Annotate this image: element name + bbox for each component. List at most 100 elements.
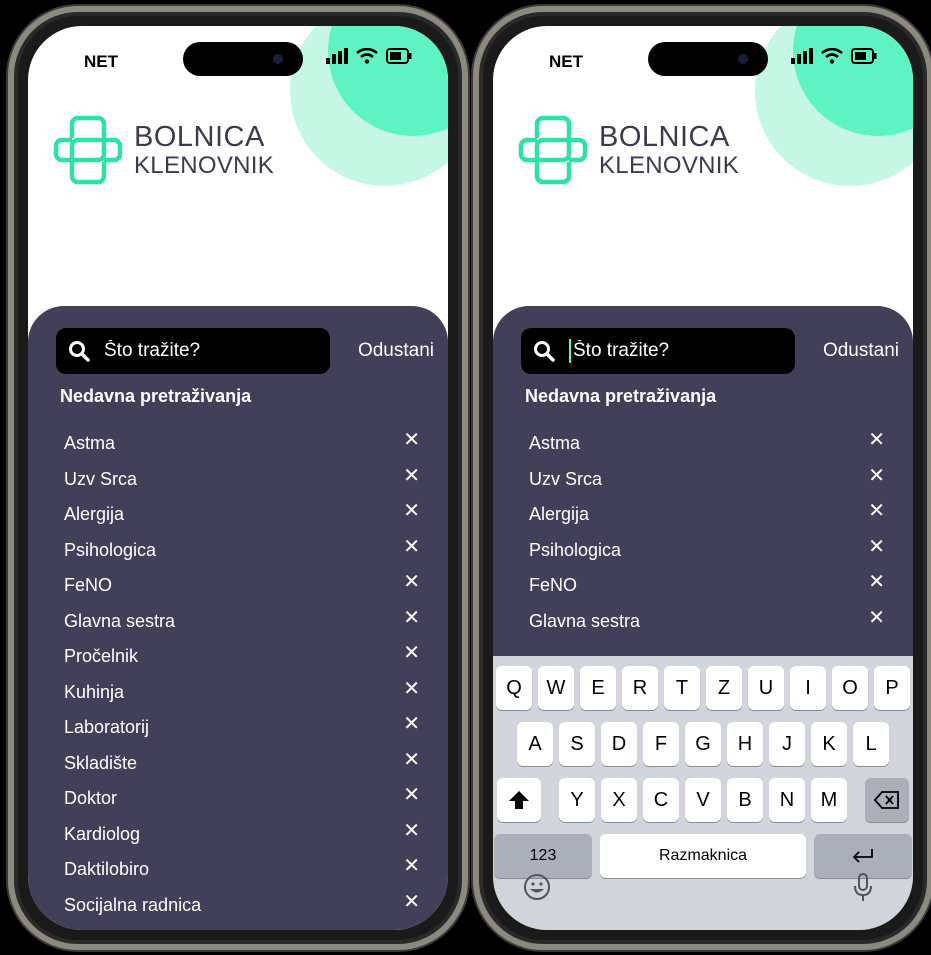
backspace-icon <box>874 791 899 809</box>
letter-key[interactable]: X <box>601 778 637 822</box>
emoji-button[interactable] <box>523 873 551 906</box>
letter-key[interactable]: G <box>685 722 721 766</box>
recent-search-item[interactable]: Skladište ✕ <box>64 746 420 782</box>
recent-search-item[interactable]: Uzv Srca ✕ <box>529 462 885 498</box>
letter-key[interactable]: V <box>685 778 721 822</box>
close-icon[interactable]: ✕ <box>403 463 420 488</box>
recent-search-label: Alergija <box>529 504 590 525</box>
recent-search-item[interactable]: Pročelnik ✕ <box>64 639 420 675</box>
letter-key[interactable]: M <box>811 778 847 822</box>
recent-search-item[interactable]: Kuhinja ✕ <box>64 675 420 711</box>
dictation-button[interactable] <box>853 873 873 908</box>
close-icon[interactable]: ✕ <box>868 463 885 488</box>
camera-icon <box>273 54 283 64</box>
recent-searches-list: Astma ✕ Uzv Srca ✕ Alergija ✕ Psihologica ✕ FeNO… <box>64 426 420 923</box>
letter-key[interactable]: I <box>790 666 826 710</box>
letter-key[interactable]: D <box>601 722 637 766</box>
recent-search-item[interactable]: Astma ✕ <box>64 426 420 462</box>
recent-search-item[interactable]: Laboratorij ✕ <box>64 710 420 746</box>
search-box[interactable] <box>521 328 795 374</box>
cancel-button[interactable]: Odustani <box>823 340 899 362</box>
close-icon[interactable]: ✕ <box>403 747 420 772</box>
recent-search-item[interactable]: Astma ✕ <box>529 426 885 462</box>
letter-key[interactable]: F <box>643 722 679 766</box>
letter-key[interactable]: N <box>769 778 805 822</box>
close-icon[interactable]: ✕ <box>868 427 885 452</box>
letter-key[interactable]: E <box>580 666 616 710</box>
close-icon[interactable]: ✕ <box>403 640 420 665</box>
wifi-icon <box>821 48 843 64</box>
numbers-key[interactable]: 123 <box>494 834 592 878</box>
close-icon[interactable]: ✕ <box>868 498 885 523</box>
close-icon[interactable]: ✕ <box>403 818 420 843</box>
close-icon[interactable]: ✕ <box>403 711 420 736</box>
letter-key[interactable]: Z <box>706 666 742 710</box>
letter-key[interactable]: C <box>643 778 679 822</box>
recent-search-item[interactable]: Psihologica ✕ <box>529 533 885 569</box>
recent-search-item[interactable]: FeNO ✕ <box>64 568 420 604</box>
letter-key[interactable]: L <box>853 722 889 766</box>
carrier-label: NET <box>549 52 583 71</box>
letter-key[interactable]: Y <box>559 778 595 822</box>
cancel-button[interactable]: Odustani <box>358 340 434 362</box>
recent-search-item[interactable]: Alergija ✕ <box>529 497 885 533</box>
camera-icon <box>738 54 748 64</box>
close-icon[interactable]: ✕ <box>403 853 420 878</box>
letter-key[interactable]: Q <box>496 666 532 710</box>
close-icon[interactable]: ✕ <box>403 534 420 559</box>
letter-key[interactable]: A <box>517 722 553 766</box>
letter-key[interactable]: O <box>832 666 868 710</box>
letter-key[interactable]: T <box>664 666 700 710</box>
letter-key[interactable]: B <box>727 778 763 822</box>
battery-icon <box>851 48 877 64</box>
recent-search-item[interactable]: Socijalna radnica ✕ <box>64 888 420 924</box>
search-input[interactable] <box>573 340 773 362</box>
close-icon[interactable]: ✕ <box>868 569 885 594</box>
close-icon[interactable]: ✕ <box>403 889 420 914</box>
recent-search-label: FeNO <box>64 575 113 596</box>
letter-key[interactable]: K <box>811 722 847 766</box>
return-key[interactable] <box>814 834 912 878</box>
shift-key[interactable] <box>497 778 541 822</box>
close-icon[interactable]: ✕ <box>868 605 885 630</box>
recent-search-label: Uzv Srca <box>529 468 603 489</box>
search-icon <box>69 341 90 362</box>
recent-search-item[interactable]: Alergija ✕ <box>64 497 420 533</box>
recent-search-label: Pročelnik <box>64 646 139 667</box>
recent-search-item[interactable]: Uzv Srca ✕ <box>64 462 420 498</box>
hospital-cross-icon <box>53 115 123 185</box>
search-box[interactable] <box>56 328 330 374</box>
recent-search-item[interactable]: FeNO ✕ <box>529 568 885 604</box>
close-icon[interactable]: ✕ <box>403 569 420 594</box>
status-bar: NET <box>28 26 448 86</box>
close-icon[interactable]: ✕ <box>403 676 420 701</box>
recent-search-item[interactable]: Daktilobiro ✕ <box>64 852 420 888</box>
wifi-icon <box>356 48 378 64</box>
recent-search-item[interactable]: Glavna sestra ✕ <box>64 604 420 640</box>
letter-key[interactable]: W <box>538 666 574 710</box>
close-icon[interactable]: ✕ <box>868 534 885 559</box>
phone-frame-right: NET BOLNICA KLENOVNIK Što tražite? Odust… <box>473 6 931 950</box>
dynamic-island <box>183 42 303 76</box>
close-icon[interactable]: ✕ <box>403 427 420 452</box>
close-icon[interactable]: ✕ <box>403 498 420 523</box>
recent-search-item[interactable]: Glavna sestra ✕ <box>529 604 885 640</box>
recent-search-label: Doktor <box>64 788 118 809</box>
letter-key[interactable]: H <box>727 722 763 766</box>
recent-search-item[interactable]: Psihologica ✕ <box>64 533 420 569</box>
hospital-cross-icon <box>518 115 588 185</box>
close-icon[interactable]: ✕ <box>403 782 420 807</box>
search-input[interactable] <box>104 340 304 362</box>
letter-key[interactable]: U <box>748 666 784 710</box>
letter-key[interactable]: P <box>874 666 910 710</box>
letter-key[interactable]: S <box>559 722 595 766</box>
letter-key[interactable]: R <box>622 666 658 710</box>
space-key[interactable]: Razmaknica <box>600 834 806 878</box>
backspace-key[interactable] <box>865 778 909 822</box>
letter-key[interactable]: J <box>769 722 805 766</box>
close-icon[interactable]: ✕ <box>403 605 420 630</box>
logo-title: BOLNICA <box>134 120 265 153</box>
recent-search-item[interactable]: Doktor ✕ <box>64 781 420 817</box>
recent-search-item[interactable]: Kardiolog ✕ <box>64 817 420 853</box>
dynamic-island <box>648 42 768 76</box>
